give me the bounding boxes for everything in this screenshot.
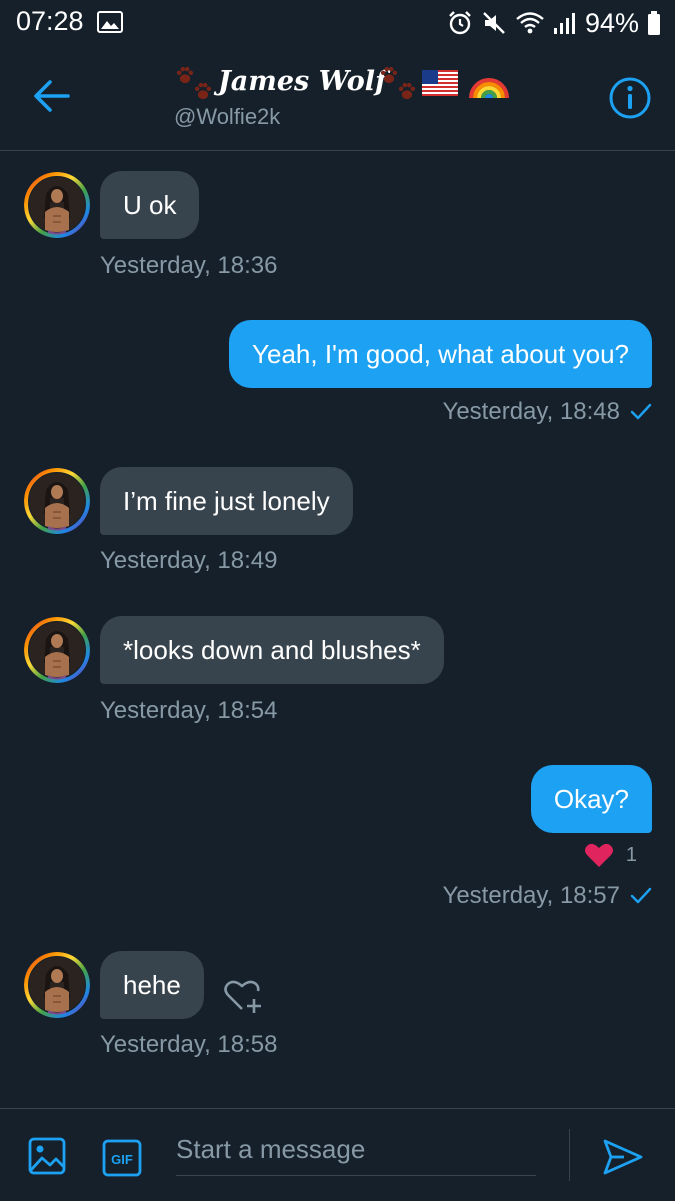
- rainbow-icon: [469, 78, 509, 99]
- message-timestamp: Yesterday, 18:48: [442, 398, 620, 425]
- message-bubble[interactable]: I’m fine just lonely: [100, 467, 353, 535]
- message-timestamp: Yesterday, 18:54: [100, 697, 278, 724]
- composer-divider: [569, 1129, 570, 1181]
- message-composer: GIF: [0, 1108, 675, 1201]
- message-timestamp: Yesterday, 18:57: [442, 882, 620, 909]
- message-reaction[interactable]: 1: [584, 842, 637, 868]
- alarm-icon: [449, 11, 471, 35]
- message-bubble[interactable]: *looks down and blushes*: [100, 616, 444, 684]
- contact-handle: @Wolfie2k: [174, 104, 281, 129]
- status-bar: 07:28 94%: [0, 0, 675, 46]
- signal-icon: [553, 13, 575, 34]
- status-time: 07:28: [16, 6, 84, 36]
- message-meta: Yesterday, 18:48: [443, 398, 652, 426]
- status-icons: 94%: [447, 6, 661, 40]
- message-bubble[interactable]: Yeah, I'm good, what about you?: [229, 320, 652, 388]
- back-arrow-icon[interactable]: [30, 78, 74, 114]
- info-icon[interactable]: [608, 76, 652, 120]
- wifi-icon: [516, 12, 544, 34]
- check-icon: [630, 887, 652, 905]
- paw-icon: [192, 80, 214, 102]
- avatar[interactable]: [24, 172, 90, 238]
- message-timestamp: Yesterday, 18:49: [100, 547, 278, 574]
- avatar[interactable]: [24, 617, 90, 683]
- message-bubble[interactable]: U ok: [100, 171, 200, 239]
- message-timestamp: Yesterday, 18:58: [100, 1031, 278, 1058]
- gif-button[interactable]: GIF: [102, 1139, 142, 1177]
- image-icon[interactable]: [28, 1137, 66, 1175]
- add-reaction-icon[interactable]: [222, 973, 266, 1017]
- gif-icon: GIF: [102, 1139, 142, 1177]
- contact-name: James Wolf: [218, 66, 387, 97]
- avatar[interactable]: [24, 952, 90, 1018]
- message-timestamp: Yesterday, 18:36: [100, 252, 278, 279]
- reaction-count: 1: [625, 843, 637, 866]
- send-icon[interactable]: [602, 1137, 644, 1177]
- conversation-title[interactable]: James Wolf: [170, 60, 530, 104]
- paw-icon: [396, 80, 418, 102]
- gallery-icon: [97, 11, 123, 33]
- conversation-header: James Wolf @Wolfie2k: [0, 46, 675, 151]
- battery-percent: 94%: [584, 7, 639, 38]
- message-bubble[interactable]: Okay?: [530, 765, 652, 833]
- message-input[interactable]: [176, 1123, 536, 1176]
- battery-icon: [648, 11, 660, 35]
- check-icon: [630, 403, 652, 421]
- us-flag-icon: [422, 70, 458, 96]
- gif-label: GIF: [111, 1152, 133, 1167]
- avatar[interactable]: [24, 468, 90, 534]
- mute-icon: [483, 12, 505, 34]
- message-meta: Yesterday, 18:57: [443, 882, 652, 910]
- message-bubble[interactable]: hehe: [100, 951, 204, 1019]
- heart-icon: [584, 843, 613, 867]
